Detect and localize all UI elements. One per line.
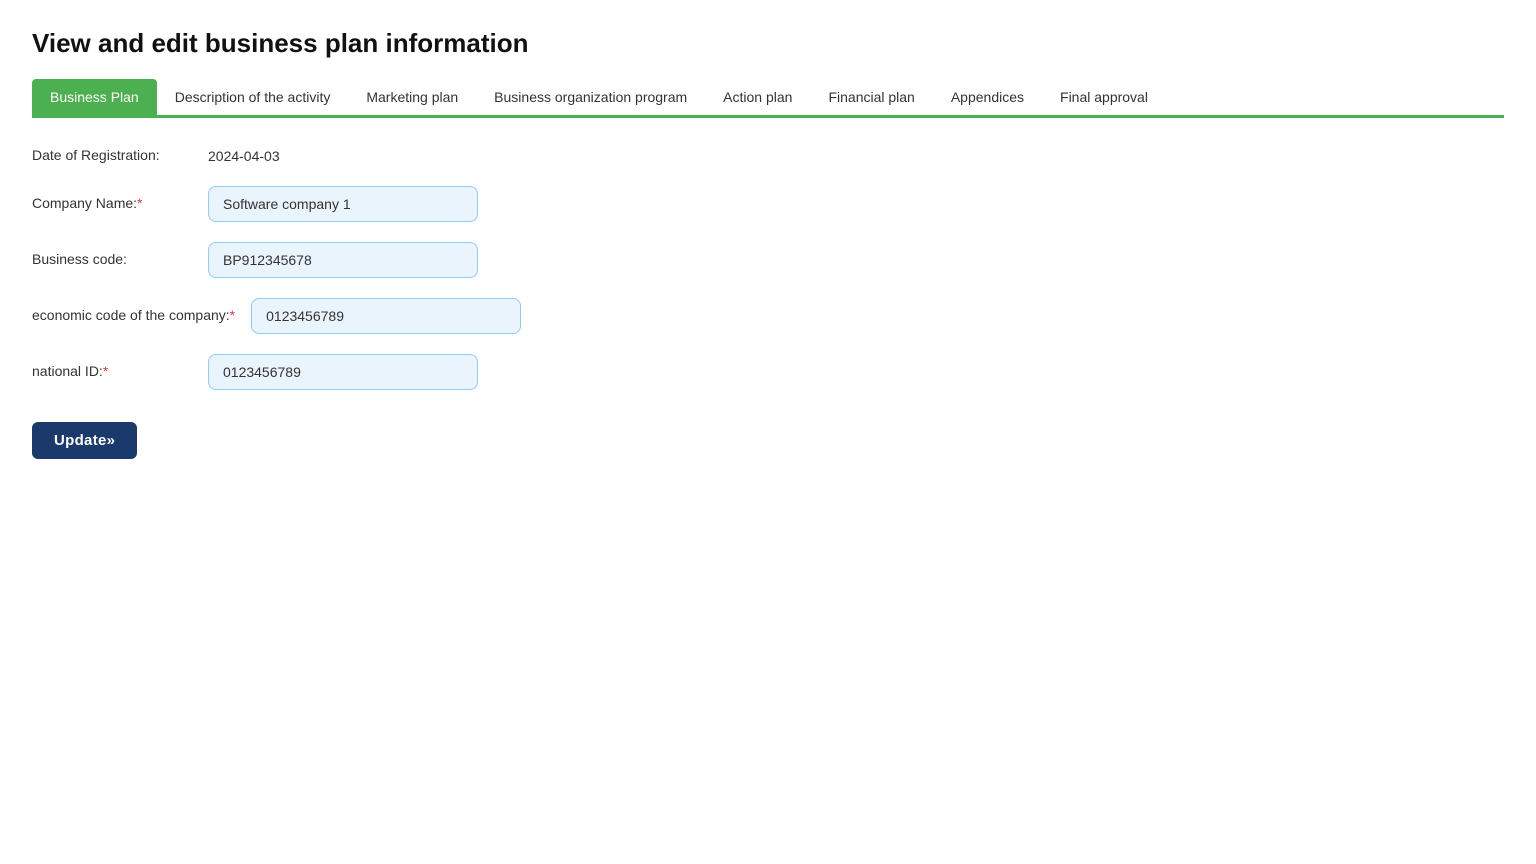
date-of-registration-value: 2024-04-03 <box>208 148 280 164</box>
date-of-registration-label: Date of Registration: <box>32 146 192 166</box>
business-code-label: Business code: <box>32 250 192 270</box>
company-name-input[interactable] <box>208 186 478 222</box>
economic-code-required-star: * <box>230 307 235 323</box>
page-title: View and edit business plan information <box>32 28 1504 59</box>
tab-business-plan[interactable]: Business Plan <box>32 79 157 115</box>
tab-description-of-activity[interactable]: Description of the activity <box>157 79 349 115</box>
tab-financial-plan[interactable]: Financial plan <box>810 79 932 115</box>
business-code-input[interactable] <box>208 242 478 278</box>
national-id-row: national ID:* <box>32 354 1504 390</box>
tabs-bar: Business Plan Description of the activit… <box>32 79 1504 118</box>
tab-marketing-plan[interactable]: Marketing plan <box>348 79 476 115</box>
economic-code-input[interactable] <box>251 298 521 334</box>
national-id-required-star: * <box>103 363 108 379</box>
date-of-registration-row: Date of Registration: 2024-04-03 <box>32 146 1504 166</box>
tab-final-approval[interactable]: Final approval <box>1042 79 1166 115</box>
national-id-label: national ID:* <box>32 362 192 382</box>
business-plan-form: Date of Registration: 2024-04-03 Company… <box>32 146 1504 390</box>
tab-appendices[interactable]: Appendices <box>933 79 1042 115</box>
company-name-row: Company Name:* <box>32 186 1504 222</box>
company-name-label: Company Name:* <box>32 194 192 214</box>
national-id-input[interactable] <box>208 354 478 390</box>
tab-business-organization-program[interactable]: Business organization program <box>476 79 705 115</box>
update-button[interactable]: Update» <box>32 422 137 459</box>
economic-code-label: economic code of the company:* <box>32 306 235 326</box>
economic-code-row: economic code of the company:* <box>32 298 1504 334</box>
business-code-row: Business code: <box>32 242 1504 278</box>
company-name-required-star: * <box>137 195 142 211</box>
tab-action-plan[interactable]: Action plan <box>705 79 810 115</box>
